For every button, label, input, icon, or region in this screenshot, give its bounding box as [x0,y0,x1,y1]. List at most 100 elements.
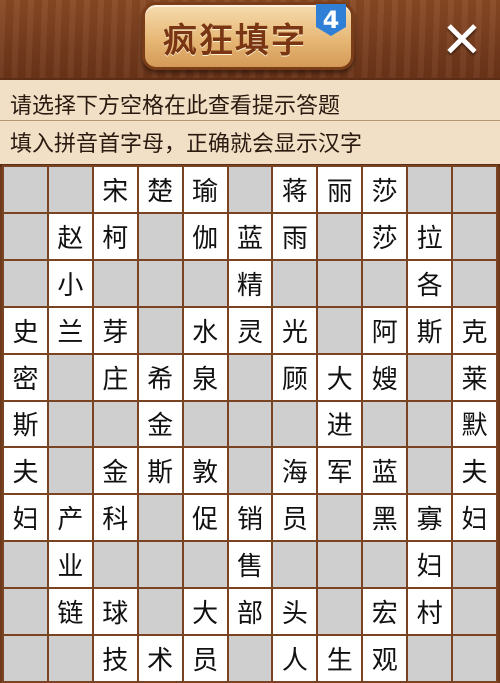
crossword-letter-cell[interactable]: 科 [93,495,137,541]
crossword-empty-cell[interactable] [273,260,317,306]
crossword-letter-cell[interactable]: 克 [453,307,496,353]
crossword-letter-cell[interactable]: 妇 [4,495,47,541]
crossword-empty-cell[interactable] [48,401,92,447]
crossword-letter-cell[interactable]: 员 [183,636,227,681]
crossword-letter-cell[interactable]: 妇 [453,495,496,541]
crossword-letter-cell[interactable]: 斯 [4,401,47,447]
crossword-letter-cell[interactable]: 生 [318,636,362,681]
crossword-empty-cell[interactable] [318,542,362,588]
crossword-empty-cell[interactable] [93,401,137,447]
crossword-letter-cell[interactable]: 产 [48,495,92,541]
crossword-letter-cell[interactable]: 夫 [453,448,496,494]
crossword-empty-cell[interactable] [93,542,137,588]
crossword-letter-cell[interactable]: 阿 [363,307,407,353]
crossword-empty-cell[interactable] [48,167,92,212]
crossword-letter-cell[interactable]: 头 [273,589,317,635]
crossword-letter-cell[interactable]: 默 [453,401,496,447]
crossword-empty-cell[interactable] [138,213,182,259]
crossword-letter-cell[interactable]: 销 [228,495,272,541]
crossword-empty-cell[interactable] [138,307,182,353]
crossword-empty-cell[interactable] [453,213,496,259]
crossword-empty-cell[interactable] [228,636,272,681]
crossword-letter-cell[interactable]: 斯 [408,307,452,353]
crossword-empty-cell[interactable] [408,354,452,400]
crossword-letter-cell[interactable]: 金 [93,448,137,494]
crossword-empty-cell[interactable] [4,260,47,306]
crossword-empty-cell[interactable] [363,542,407,588]
crossword-letter-cell[interactable]: 员 [273,495,317,541]
crossword-letter-cell[interactable]: 莱 [453,354,496,400]
crossword-letter-cell[interactable]: 兰 [48,307,92,353]
crossword-letter-cell[interactable]: 拉 [408,213,452,259]
crossword-letter-cell[interactable]: 宋 [93,167,137,212]
crossword-empty-cell[interactable] [138,589,182,635]
crossword-letter-cell[interactable]: 灵 [228,307,272,353]
crossword-empty-cell[interactable] [48,354,92,400]
crossword-letter-cell[interactable]: 售 [228,542,272,588]
crossword-letter-cell[interactable]: 链 [48,589,92,635]
crossword-letter-cell[interactable]: 夫 [4,448,47,494]
crossword-letter-cell[interactable]: 水 [183,307,227,353]
crossword-letter-cell[interactable]: 黑 [363,495,407,541]
crossword-letter-cell[interactable]: 妇 [408,542,452,588]
crossword-letter-cell[interactable]: 楚 [138,167,182,212]
crossword-letter-cell[interactable]: 进 [318,401,362,447]
crossword-empty-cell[interactable] [408,636,452,681]
crossword-letter-cell[interactable]: 光 [273,307,317,353]
crossword-letter-cell[interactable]: 芽 [93,307,137,353]
crossword-empty-cell[interactable] [273,542,317,588]
crossword-empty-cell[interactable] [318,213,362,259]
crossword-empty-cell[interactable] [183,542,227,588]
crossword-letter-cell[interactable]: 庄 [93,354,137,400]
crossword-letter-cell[interactable]: 宏 [363,589,407,635]
crossword-letter-cell[interactable]: 蓝 [228,213,272,259]
crossword-empty-cell[interactable] [408,167,452,212]
crossword-letter-cell[interactable]: 希 [138,354,182,400]
crossword-empty-cell[interactable] [4,167,47,212]
crossword-letter-cell[interactable]: 嫂 [363,354,407,400]
crossword-letter-cell[interactable]: 泉 [183,354,227,400]
crossword-empty-cell[interactable] [228,401,272,447]
crossword-letter-cell[interactable]: 寡 [408,495,452,541]
crossword-letter-cell[interactable]: 敦 [183,448,227,494]
crossword-letter-cell[interactable]: 人 [273,636,317,681]
crossword-empty-cell[interactable] [363,401,407,447]
crossword-letter-cell[interactable]: 莎 [363,213,407,259]
crossword-letter-cell[interactable]: 各 [408,260,452,306]
crossword-letter-cell[interactable]: 雨 [273,213,317,259]
crossword-letter-cell[interactable]: 莎 [363,167,407,212]
crossword-empty-cell[interactable] [453,589,496,635]
crossword-empty-cell[interactable] [93,260,137,306]
crossword-letter-cell[interactable]: 海 [273,448,317,494]
crossword-letter-cell[interactable]: 赵 [48,213,92,259]
crossword-letter-cell[interactable]: 大 [183,589,227,635]
close-icon[interactable]: ✕ [436,14,488,66]
crossword-letter-cell[interactable]: 蒋 [273,167,317,212]
crossword-empty-cell[interactable] [453,542,496,588]
crossword-empty-cell[interactable] [228,167,272,212]
crossword-letter-cell[interactable]: 观 [363,636,407,681]
crossword-letter-cell[interactable]: 斯 [138,448,182,494]
crossword-letter-cell[interactable]: 技 [93,636,137,681]
crossword-empty-cell[interactable] [4,542,47,588]
crossword-empty-cell[interactable] [138,260,182,306]
crossword-empty-cell[interactable] [4,636,47,681]
crossword-letter-cell[interactable]: 伽 [183,213,227,259]
crossword-letter-cell[interactable]: 金 [138,401,182,447]
crossword-empty-cell[interactable] [453,260,496,306]
crossword-letter-cell[interactable]: 小 [48,260,92,306]
crossword-empty-cell[interactable] [183,260,227,306]
crossword-empty-cell[interactable] [318,495,362,541]
crossword-empty-cell[interactable] [318,260,362,306]
crossword-letter-cell[interactable]: 精 [228,260,272,306]
crossword-letter-cell[interactable]: 术 [138,636,182,681]
crossword-letter-cell[interactable]: 部 [228,589,272,635]
crossword-letter-cell[interactable]: 村 [408,589,452,635]
crossword-empty-cell[interactable] [228,354,272,400]
crossword-letter-cell[interactable]: 柯 [93,213,137,259]
crossword-empty-cell[interactable] [408,401,452,447]
crossword-letter-cell[interactable]: 密 [4,354,47,400]
crossword-empty-cell[interactable] [453,636,496,681]
crossword-empty-cell[interactable] [48,448,92,494]
crossword-letter-cell[interactable]: 瑜 [183,167,227,212]
